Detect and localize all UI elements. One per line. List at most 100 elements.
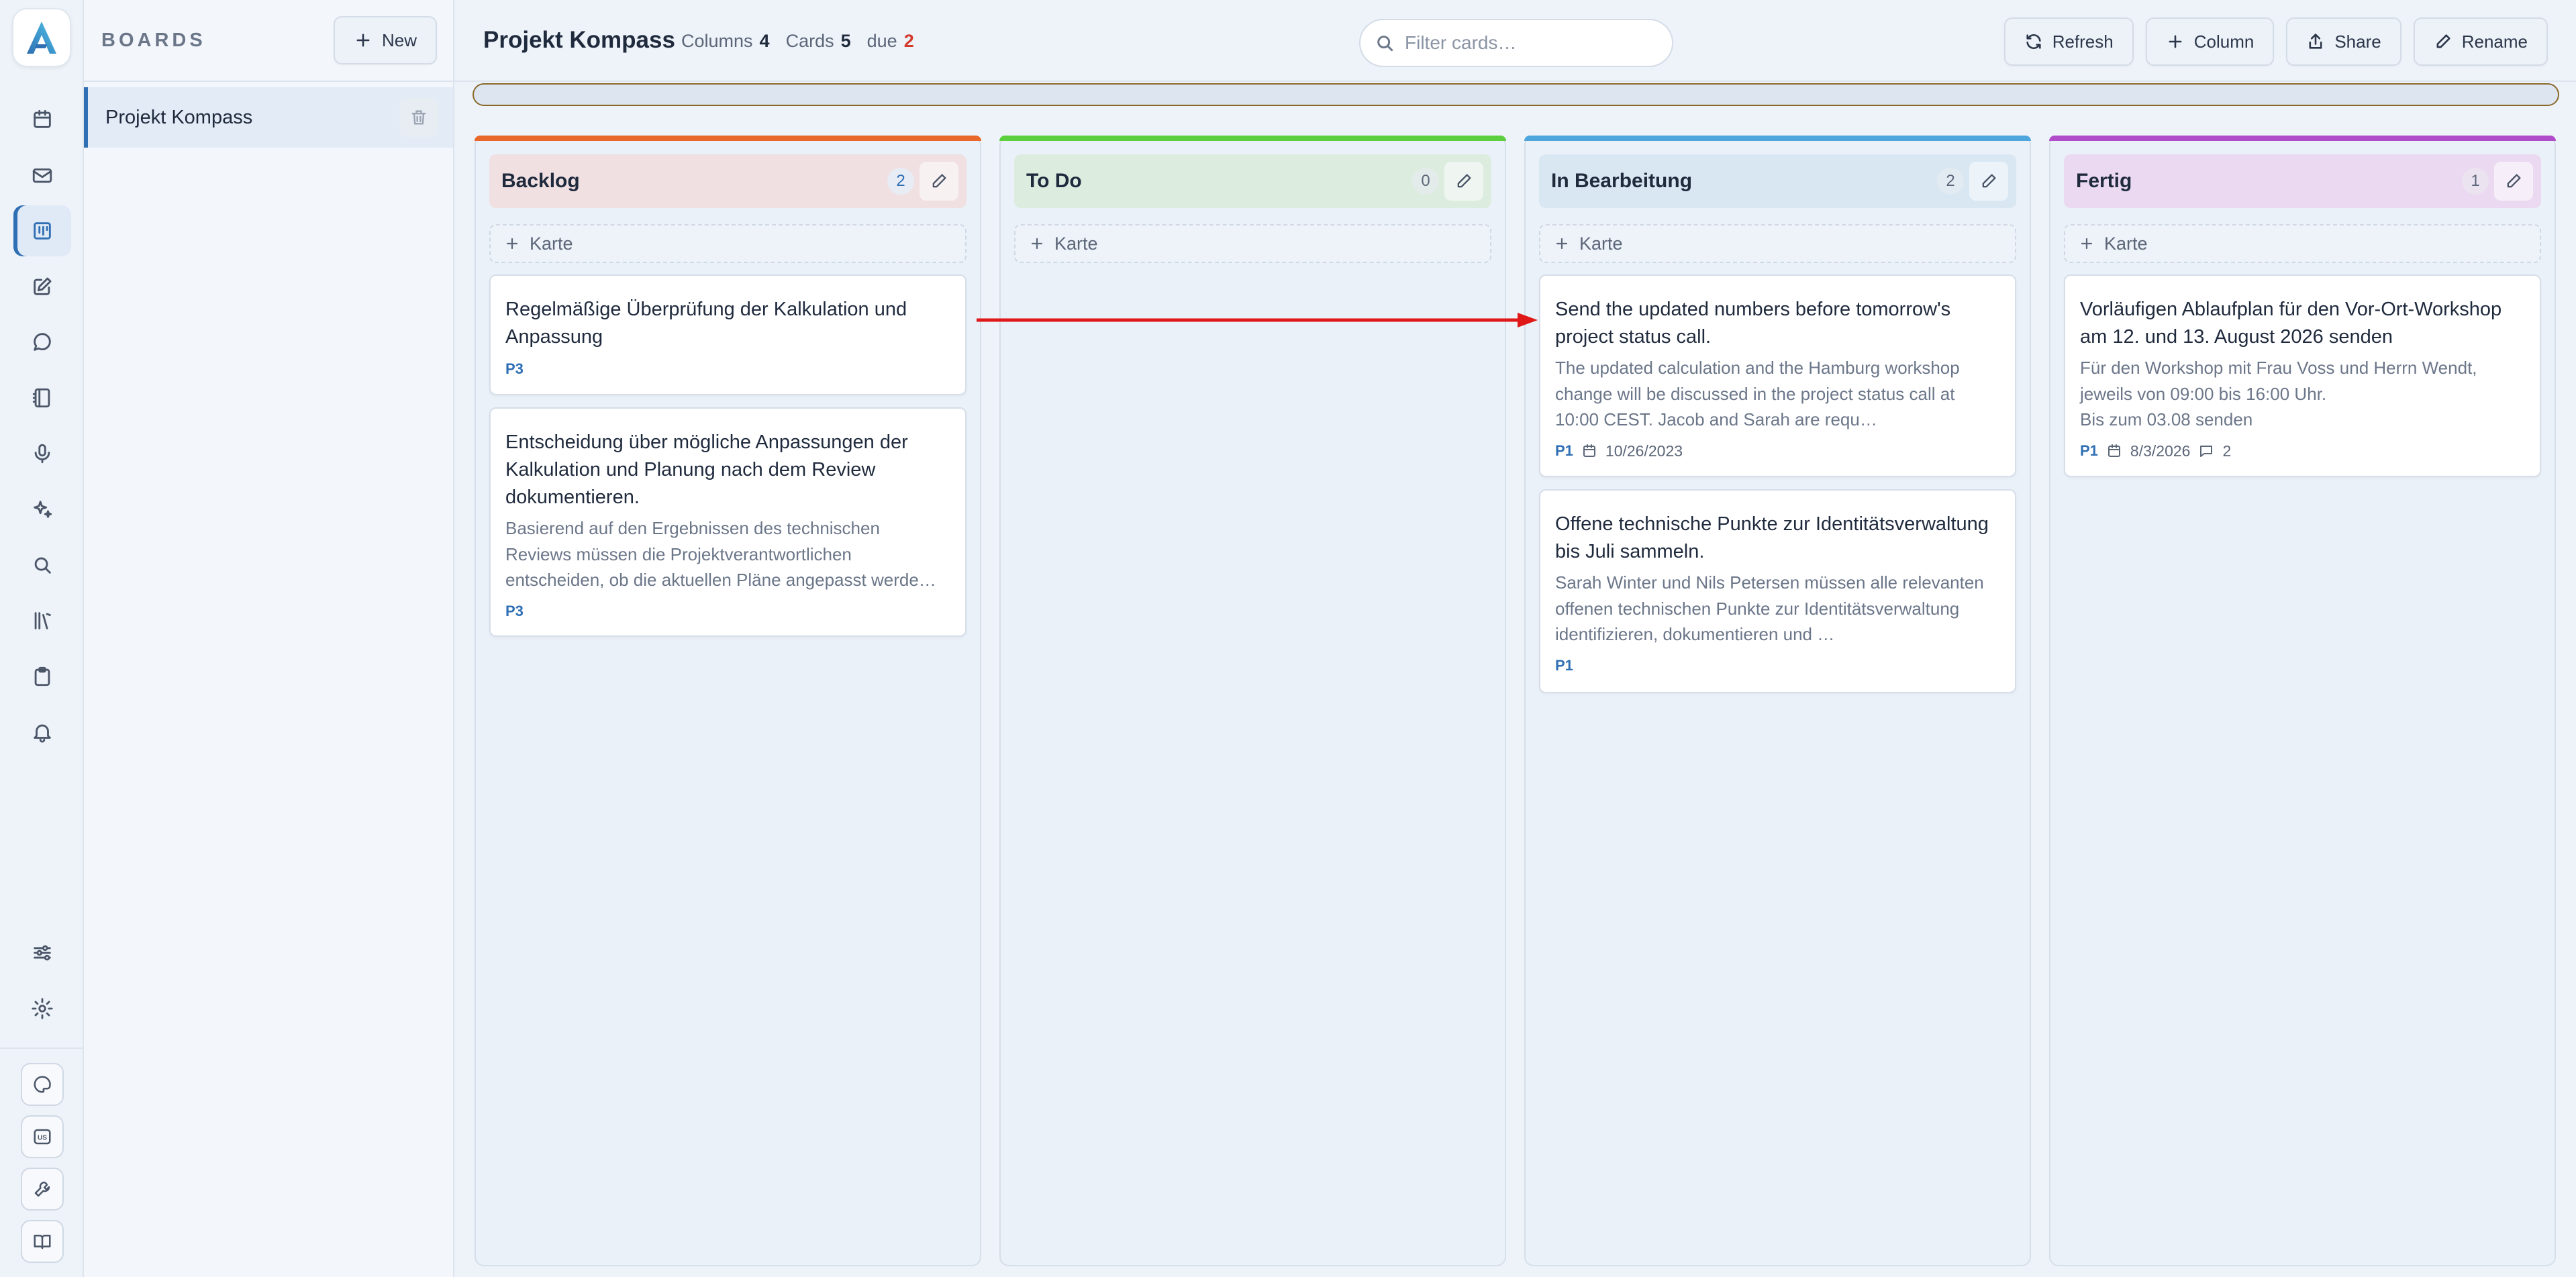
plus-icon [1556,238,1568,250]
wrench-icon[interactable] [21,1168,64,1211]
columns-label: Columns [681,31,753,51]
column-title: Backlog [501,170,580,192]
gear-icon[interactable] [13,983,71,1034]
column-fertig: Fertig 1 Karte Vorläufigen Ablaufplan fü… [2049,136,2556,1266]
column-header: To Do 0 [1014,154,1491,208]
columns-stat: Columns 4 [681,31,770,52]
plus-icon [1031,238,1043,250]
edit-column-button[interactable] [920,162,958,201]
new-board-label: New [381,30,417,50]
add-card-button[interactable]: Karte [489,224,967,263]
calendar-icon [1583,444,1595,457]
priority-badge: P1 [1555,442,1573,459]
add-card-button[interactable]: Karte [2064,224,2541,263]
cards-value: 5 [840,31,851,51]
priority-badge: P1 [1555,656,1573,674]
refresh-label: Refresh [2052,31,2114,52]
card[interactable]: Offene technische Punkte zur Identitätsv… [1539,489,2016,693]
search-icon[interactable] [13,540,71,591]
board-stats: Columns 4 Cards 5 due 2 [681,31,914,52]
rename-button[interactable]: Rename [2413,17,2548,66]
add-card-button[interactable]: Karte [1014,224,1491,263]
boards-title: BOARDS [101,29,206,51]
sparkles-icon[interactable] [13,484,71,535]
notebook-icon[interactable] [13,372,71,423]
filter-cards-input[interactable] [1405,32,1660,54]
card[interactable]: Regelmäßige Überprüfung der Kalkulation … [489,274,967,395]
card[interactable]: Send the updated numbers before tomorrow… [1539,274,2016,477]
column-backlog: Backlog 2 Karte Regelmäßige Überprüfung … [475,136,981,1266]
new-board-button[interactable]: New [333,16,437,64]
plus-icon [2169,35,2182,48]
column-accent-line [2049,136,2556,141]
column-header: Fertig 1 [2064,154,2541,208]
trash-icon[interactable] [399,98,438,137]
card-title: Vorläufigen Ablaufplan für den Vor-Ort-W… [2080,299,2502,348]
priority-badge: P3 [505,602,524,619]
column-header: In Bearbeitung 2 [1539,154,2016,208]
card-title: Send the updated numbers before tomorrow… [1555,299,1951,348]
clipboard-icon[interactable] [13,651,71,702]
library-icon[interactable] [13,595,71,646]
add-card-label: Karte [2104,233,2148,254]
edit-icon[interactable] [13,261,71,312]
icon-rail: US [0,0,84,1277]
comment-count: 2 [2222,442,2232,460]
boards-header: BOARDS New [84,0,453,82]
plus-icon [356,34,370,47]
card[interactable]: Entscheidung über mögliche Anpassungen d… [489,407,967,637]
plus-icon [2081,238,2093,250]
card-meta: P1 10/26/2023 [1555,442,2000,460]
share-button[interactable]: Share [2286,17,2401,66]
search-icon [1377,36,1393,52]
column-accent-line [1524,136,2031,141]
mail-icon[interactable] [13,150,71,201]
drag-arrow-icon [977,313,1538,327]
add-card-button[interactable]: Karte [1539,224,2016,263]
add-card-label: Karte [530,233,573,254]
card-meta: P1 [1555,657,2000,674]
calendar-icon [2108,444,2120,457]
column-todo: To Do 0 Karte [999,136,1506,1266]
microphone-icon[interactable] [13,428,71,479]
calendar-icon[interactable] [13,94,71,145]
bell-icon[interactable] [13,707,71,758]
language-code: US [38,1134,47,1141]
priority-badge: P3 [505,360,524,377]
filter-search [1359,19,1673,67]
add-card-label: Karte [1579,233,1623,254]
share-icon [2309,34,2322,49]
edit-column-button[interactable] [2494,162,2533,201]
due-stat: due 2 [867,31,914,52]
card-description: Basierend auf den Ergebnissen des techni… [505,518,936,590]
pencil-icon [1457,174,1471,188]
card-meta: P1 8/3/2026 2 [2080,442,2525,460]
app-logo[interactable] [12,8,71,67]
card-meta: P3 [505,360,950,378]
edit-column-button[interactable] [1444,162,1483,201]
refresh-button[interactable]: Refresh [2003,17,2134,66]
columns-value: 4 [759,31,770,51]
due-date: 8/3/2026 [2130,442,2191,460]
card-title: Offene technische Punkte zur Identitätsv… [1555,513,1989,562]
edit-column-button[interactable] [1969,162,2008,201]
column-title: In Bearbeitung [1551,170,1693,192]
kanban-icon[interactable] [13,205,71,256]
due-date: 10/26/2023 [1605,442,1683,460]
chat-icon[interactable] [13,317,71,368]
add-column-button[interactable]: Column [2145,17,2275,66]
sliders-icon[interactable] [13,927,71,978]
rename-label: Rename [2461,31,2528,52]
column-accent-line [475,136,981,141]
column-accent-line [999,136,1506,141]
board-item-name: Projekt Kompass [105,106,253,128]
board-item-projekt-kompass[interactable]: Projekt Kompass [84,87,453,148]
language-icon[interactable]: US [21,1115,64,1158]
card[interactable]: Vorläufigen Ablaufplan für den Vor-Ort-W… [2064,274,2541,477]
palette-icon[interactable] [21,1063,64,1106]
refresh-icon [2026,34,2041,49]
book-icon[interactable] [21,1220,64,1263]
page-title: Projekt Kompass [483,27,675,53]
cards-label: Cards [785,31,834,51]
column-title: Fertig [2076,170,2132,192]
